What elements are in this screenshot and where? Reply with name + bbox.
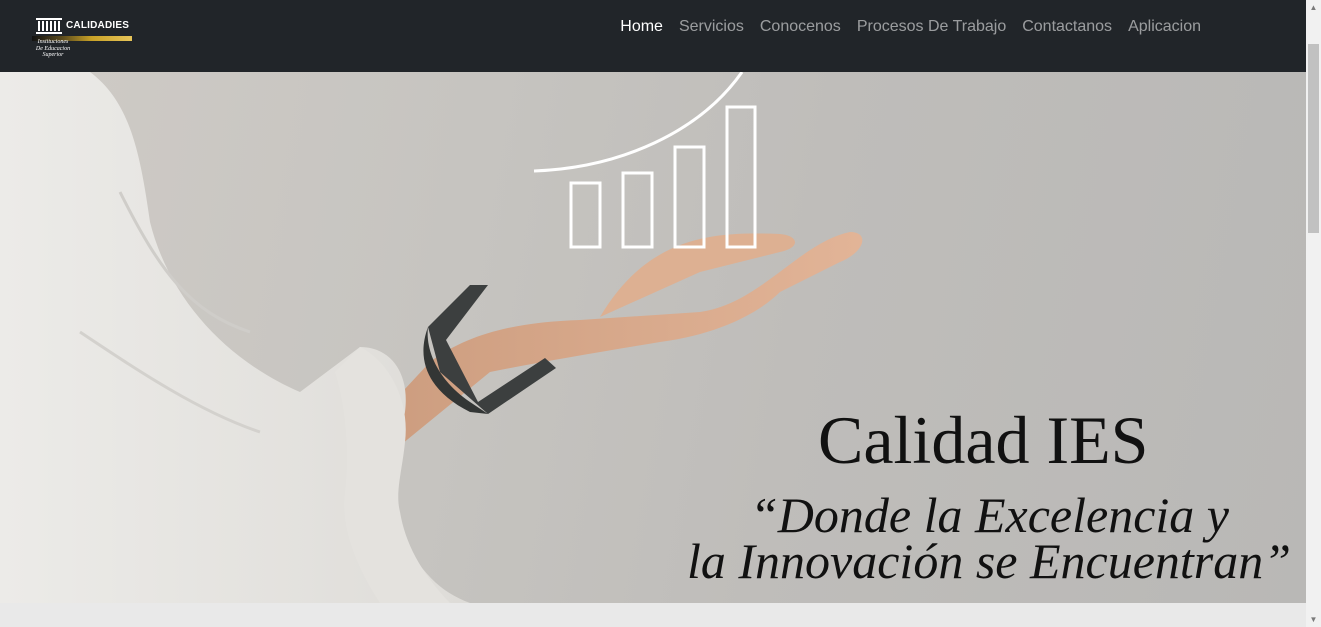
building-icon (36, 18, 62, 34)
nav-link-aplicacion[interactable]: Aplicacion (1128, 17, 1201, 37)
nav-link-conocenos[interactable]: Conocenos (760, 17, 841, 37)
brand-tagline-line: Instituciones (37, 39, 69, 45)
hero-quote-line: la Innovación se Encuentran” (687, 533, 1292, 589)
nav-link-home[interactable]: Home (620, 17, 663, 37)
hero-banner: Calidad IES “Donde la Excelencia y la In… (0, 72, 1306, 603)
brand-name: CALIDADIES (66, 20, 130, 31)
next-section-strip (0, 603, 1306, 627)
hero-title: Calidad IES (818, 402, 1149, 478)
page-scrollbar[interactable]: ▲ ▼ (1306, 0, 1321, 627)
scroll-down-icon[interactable]: ▼ (1306, 612, 1321, 627)
brand-tagline-line: Superior (42, 52, 64, 58)
nav-menu: Home Servicios Conocenos Procesos De Tra… (620, 17, 1201, 37)
nav-link-servicios[interactable]: Servicios (679, 17, 744, 37)
scrollbar-thumb[interactable] (1308, 44, 1319, 233)
top-navbar: CALIDADIES Instituciones De Educacion Su… (0, 0, 1306, 72)
nav-link-contactanos[interactable]: Contactanos (1022, 17, 1112, 37)
brand-logo[interactable]: CALIDADIES Instituciones De Educacion Su… (32, 12, 136, 58)
nav-link-procesos[interactable]: Procesos De Trabajo (857, 17, 1006, 37)
scroll-up-icon[interactable]: ▲ (1306, 0, 1321, 15)
hero-quote-line: “Donde la Excelencia y (750, 487, 1229, 543)
brand-tagline: Instituciones De Educacion Superior (32, 39, 74, 59)
